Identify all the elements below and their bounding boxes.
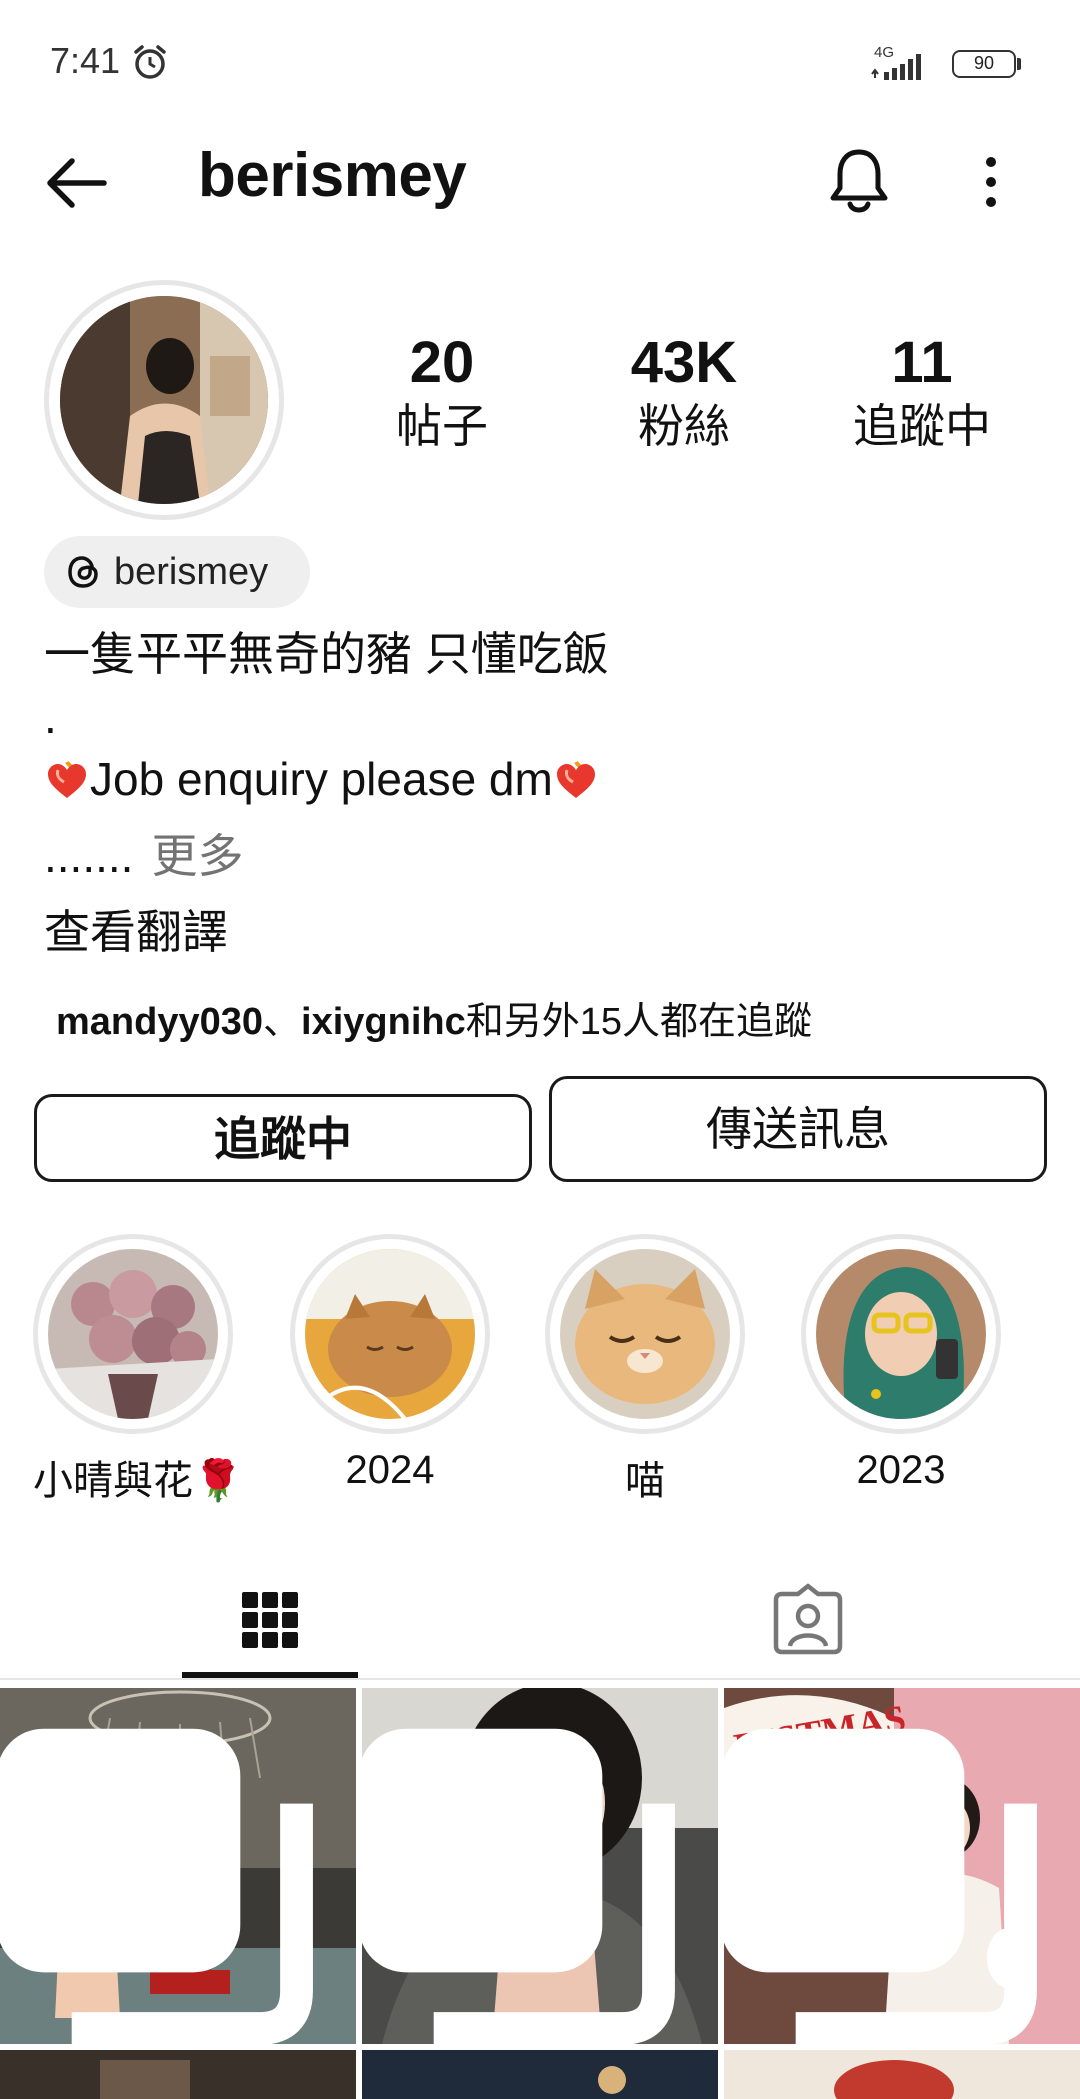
- highlight-item[interactable]: 喵: [545, 1234, 745, 1506]
- battery-indicator: 90: [952, 50, 1016, 78]
- avatar[interactable]: [60, 296, 268, 504]
- alarm-icon: [134, 45, 166, 79]
- highlight-label: 小晴與花🌹: [33, 1459, 243, 1503]
- highlight-ring: [545, 1234, 745, 1434]
- bio-job-text: Job enquiry please dm: [90, 753, 553, 805]
- posts-label: 帖子: [396, 400, 488, 452]
- post-thumbnail[interactable]: [724, 2050, 1080, 2099]
- mutual-user: ixiygnihc: [301, 1001, 466, 1043]
- bio-ellipsis: .......: [44, 830, 134, 882]
- multiple-photos-icon: [724, 1728, 1037, 2044]
- bio-line-job: Job enquiry please dm: [44, 752, 599, 806]
- signal-icon: [871, 54, 921, 80]
- tab-divider: [0, 1678, 1080, 1680]
- stat-followers[interactable]: 43K 粉絲: [584, 330, 784, 456]
- heart-on-fire-icon: [48, 760, 86, 798]
- grid-icon: [242, 1592, 298, 1648]
- more-vertical-icon[interactable]: [970, 150, 1012, 214]
- posts-count: 20: [409, 330, 475, 395]
- post-thumbnail[interactable]: [0, 1688, 356, 2044]
- bell-icon[interactable]: [826, 146, 892, 216]
- highlight-cover: [560, 1249, 730, 1419]
- threads-badge[interactable]: berismey: [44, 536, 310, 608]
- highlight-label: 2023: [856, 1448, 946, 1492]
- highlight-cover: [816, 1249, 986, 1419]
- following-count: 11: [891, 330, 953, 395]
- followers-label: 粉絲: [638, 400, 730, 452]
- profile-username-title: berismey: [198, 141, 467, 210]
- threads-icon: [68, 556, 98, 588]
- mutual-rest: 和另外15人都在追蹤: [465, 1001, 813, 1043]
- post-thumbnail[interactable]: [362, 2050, 718, 2099]
- multiple-photos-icon: [0, 1728, 313, 2044]
- highlight-label: 喵: [625, 1459, 665, 1503]
- highlight-ring: [290, 1234, 490, 1434]
- tagged-icon: [773, 1583, 843, 1655]
- bio-line-truncated: ....... 更多: [44, 820, 243, 886]
- following-button[interactable]: 追蹤中: [34, 1094, 532, 1182]
- stat-posts[interactable]: 20 帖子: [342, 330, 542, 456]
- highlight-ring: [801, 1234, 1001, 1434]
- highlight-label: 2024: [345, 1448, 435, 1492]
- bio-line: 一隻平平無奇的豬 只懂吃飯: [44, 628, 609, 680]
- mutual-separator: 、: [263, 1001, 302, 1043]
- tab-tagged[interactable]: [720, 1560, 896, 1680]
- mutual-followers[interactable]: mandyy030、ixiygnihc和另外15人都在追蹤: [56, 990, 812, 1045]
- back-arrow-icon[interactable]: [42, 150, 112, 216]
- highlight-ring: [33, 1234, 233, 1434]
- highlight-cover: [305, 1249, 475, 1419]
- tab-posts-grid[interactable]: [182, 1560, 358, 1680]
- following-label: 追蹤中: [853, 400, 991, 452]
- highlight-cover: [48, 1249, 218, 1419]
- highlight-item[interactable]: 2024: [290, 1234, 490, 1493]
- bio-line: .: [44, 691, 57, 743]
- highlight-item[interactable]: 2023: [801, 1234, 1001, 1493]
- heart-on-fire-icon: [556, 760, 595, 798]
- highlight-item[interactable]: 小晴與花🌹: [33, 1234, 243, 1506]
- post-thumbnail[interactable]: [362, 1688, 718, 2044]
- see-translation-link[interactable]: 查看翻譯: [44, 896, 228, 962]
- message-button[interactable]: 傳送訊息: [549, 1076, 1047, 1182]
- status-time: 7:41: [50, 40, 121, 81]
- bio-more-link[interactable]: 更多: [151, 830, 243, 882]
- post-thumbnail[interactable]: RISTMAS h life memory 4 cut: [724, 1688, 1080, 2044]
- threads-handle: berismey: [114, 550, 269, 593]
- battery-tip: [1017, 58, 1021, 70]
- mutual-user: mandyy030: [56, 1001, 264, 1043]
- multiple-photos-icon: [362, 1728, 675, 2044]
- followers-count: 43K: [630, 330, 738, 395]
- stat-following[interactable]: 11 追蹤中: [822, 330, 1022, 456]
- post-thumbnail[interactable]: [0, 2050, 356, 2099]
